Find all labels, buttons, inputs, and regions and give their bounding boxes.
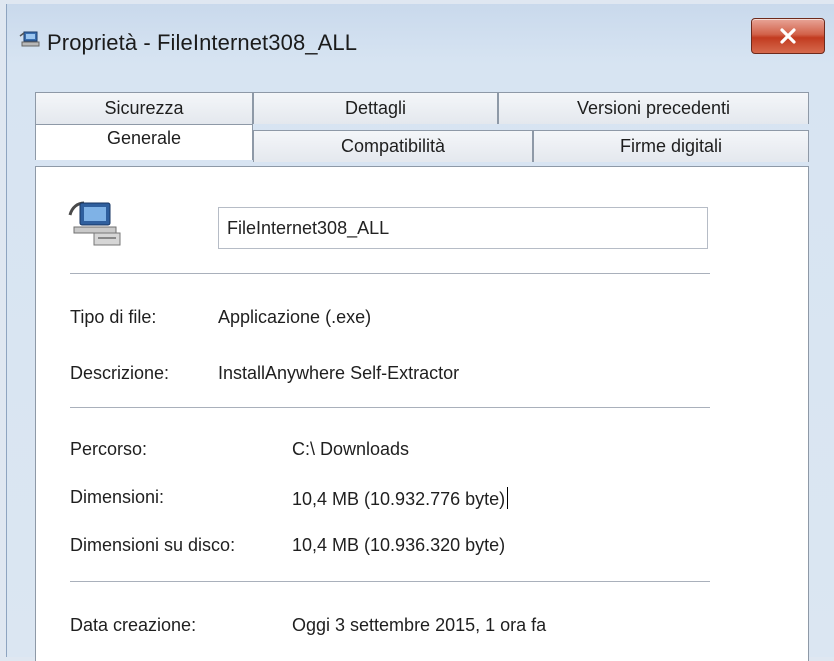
tab-label: Generale xyxy=(106,128,182,148)
text-caret xyxy=(507,487,509,509)
tab-generale[interactable]: Generale xyxy=(35,124,253,160)
network-computer-icon xyxy=(19,30,41,48)
path-value[interactable]: C:\ Downloads xyxy=(292,439,409,460)
file-type-label: Tipo di file: xyxy=(70,307,157,327)
general-tab-panel: Tipo di file: Applicazione (.exe) Descri… xyxy=(35,166,809,661)
tab-label: Dettagli xyxy=(344,98,407,118)
file-name-input[interactable] xyxy=(218,207,708,249)
size-value[interactable]: 10,4 MB (10.932.776 byte) xyxy=(292,489,505,509)
size-value-wrap[interactable]: 10,4 MB (10.932.776 byte) xyxy=(292,487,509,510)
size-on-disk-label: Dimensioni su disco: xyxy=(70,535,236,555)
application-icon xyxy=(66,197,126,249)
file-type-value: Applicazione (.exe) xyxy=(218,307,372,327)
tab-label: Versioni precedenti xyxy=(576,98,731,118)
tab-label: Sicurezza xyxy=(104,98,184,118)
created-label: Data creazione: xyxy=(70,615,197,635)
close-icon xyxy=(780,28,796,44)
path-label: Percorso: xyxy=(70,439,148,459)
title-bar[interactable]: Proprietà - FileInternet308_ALL xyxy=(7,4,834,84)
tab-label: Compatibilità xyxy=(340,136,446,156)
size-label: Dimensioni: xyxy=(70,487,165,507)
size-on-disk-value[interactable]: 10,4 MB (10.936.320 byte) xyxy=(292,535,505,556)
window-title: Proprietà - FileInternet308_ALL xyxy=(47,30,358,55)
close-button[interactable] xyxy=(751,18,825,54)
separator xyxy=(70,407,710,408)
tab-compatibilita[interactable]: Compatibilità xyxy=(253,130,533,162)
tab-label: Firme digitali xyxy=(619,136,723,156)
tab-versioni-precedenti[interactable]: Versioni precedenti xyxy=(498,92,809,124)
description-value: InstallAnywhere Self-Extractor xyxy=(218,363,460,383)
tab-dettagli[interactable]: Dettagli xyxy=(253,92,498,124)
separator xyxy=(70,273,710,274)
properties-window: Proprietà - FileInternet308_ALL Sicurezz… xyxy=(6,4,834,661)
description-label: Descrizione: xyxy=(70,363,170,383)
tab-sicurezza[interactable]: Sicurezza xyxy=(35,92,253,124)
tab-firme-digitali[interactable]: Firme digitali xyxy=(533,130,809,162)
created-value[interactable]: Oggi 3 settembre 2015, 1 ora fa xyxy=(292,615,546,636)
separator xyxy=(70,581,710,582)
